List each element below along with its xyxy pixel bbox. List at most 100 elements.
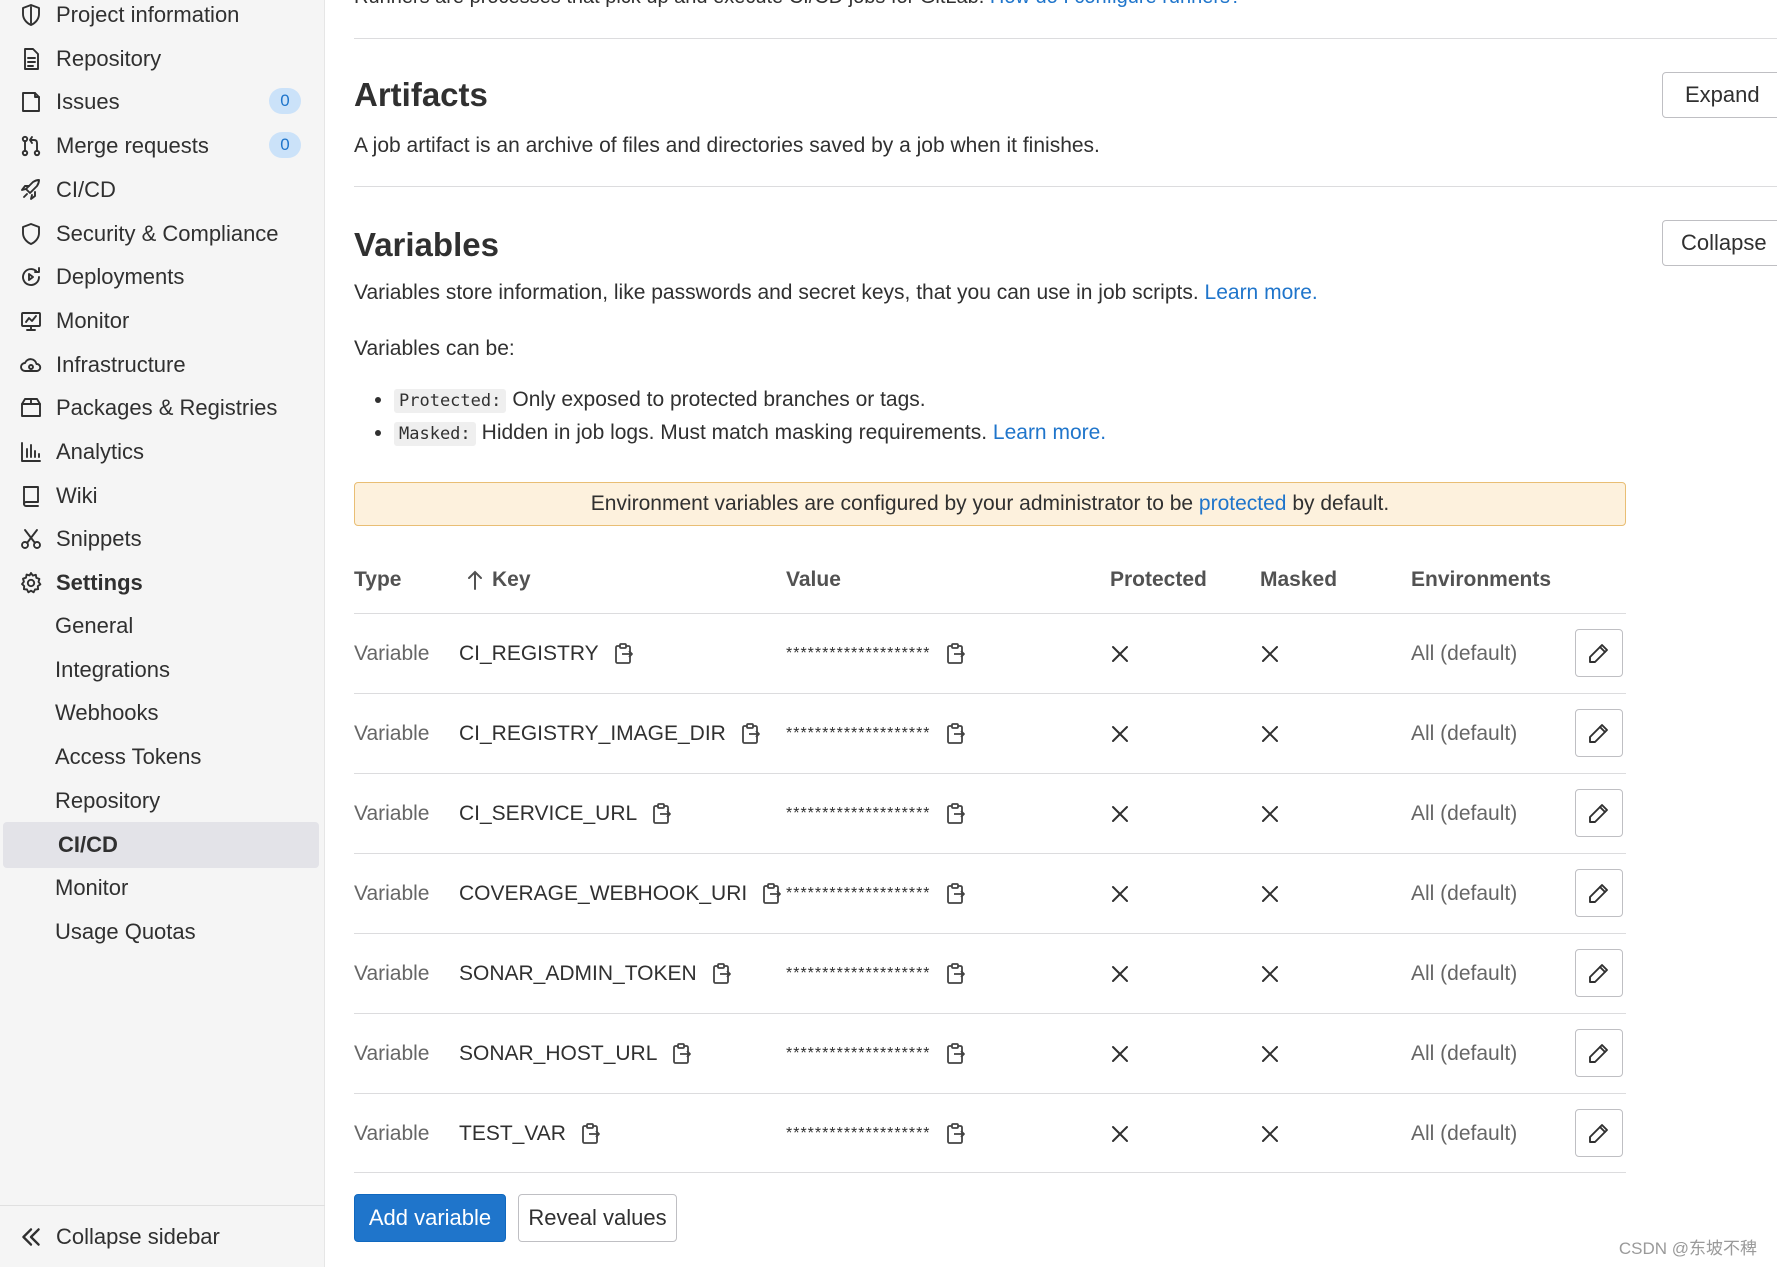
pencil-icon (1587, 961, 1611, 985)
settings-subitem-access-tokens[interactable]: Access Tokens (0, 734, 325, 780)
column-header-value: Value (786, 568, 841, 591)
copy-value-icon[interactable] (945, 962, 967, 986)
copy-key-icon[interactable] (671, 1042, 693, 1066)
artifacts-description: A job artifact is an archive of files an… (354, 134, 1100, 157)
masking-learn-more-link[interactable]: Learn more. (993, 421, 1106, 444)
copy-value-icon[interactable] (945, 1122, 967, 1146)
variable-key-cell: SONAR_ADMIN_TOKEN (459, 934, 733, 1014)
copy-key-icon[interactable] (580, 1122, 602, 1146)
sidebar-item-repository[interactable]: Repository (0, 36, 325, 82)
edit-variable-button[interactable] (1575, 789, 1623, 837)
settings-subitem-integrations[interactable]: Integrations (0, 647, 325, 693)
copy-value-icon[interactable] (945, 802, 967, 826)
variable-key-cell: COVERAGE_WEBHOOK_URI (459, 854, 783, 934)
close-icon (1110, 724, 1130, 744)
settings-subitem-usage-quotas[interactable]: Usage Quotas (0, 909, 325, 955)
column-header-key[interactable]: Key (466, 568, 531, 592)
sidebar-item-project-information[interactable]: Project information (0, 0, 325, 38)
reveal-values-button[interactable]: Reveal values (518, 1194, 677, 1242)
divider (354, 186, 1777, 187)
table-row: Variable CI_REGISTRY ******************** A… (354, 613, 1626, 694)
close-icon (1110, 1124, 1130, 1144)
close-icon (1110, 1044, 1130, 1064)
masked-explanation: Hidden in job logs. Must match masking r… (481, 421, 988, 444)
variable-value: ******************** (786, 1125, 931, 1142)
masked-false-icon (1260, 614, 1280, 694)
settings-subitem-label: General (55, 613, 134, 638)
package-icon (18, 395, 44, 421)
edit-variable-button[interactable] (1575, 629, 1623, 677)
sidebar-item-security-and-compliance[interactable]: Security & Compliance (0, 211, 325, 257)
variable-environment: All (default) (1411, 962, 1518, 985)
collapse-sidebar-button[interactable]: Collapse sidebar (0, 1205, 325, 1267)
sidebar-item-label: Repository (56, 45, 162, 71)
edit-variable-button[interactable] (1575, 709, 1623, 757)
protected-false-icon (1110, 1094, 1130, 1174)
configure-runners-link[interactable]: How do I configure runners? (990, 0, 1241, 8)
copy-value-icon[interactable] (945, 882, 967, 906)
settings-subitem-monitor[interactable]: Monitor (0, 865, 325, 911)
copy-key-icon[interactable] (740, 722, 762, 746)
variable-environment: All (default) (1411, 642, 1518, 665)
variable-key-cell: CI_REGISTRY_IMAGE_DIR (459, 694, 762, 774)
copy-key-icon[interactable] (613, 642, 635, 666)
settings-subitem-repository[interactable]: Repository (0, 778, 325, 824)
count-badge: 0 (269, 132, 301, 159)
sidebar-item-issues[interactable]: Issues 0 (0, 79, 325, 125)
table-row: Variable CI_REGISTRY_IMAGE_DIR ***********… (354, 693, 1626, 774)
copy-key-icon[interactable] (711, 962, 733, 986)
protected-link[interactable]: protected (1199, 492, 1287, 516)
variable-key: CI_REGISTRY_IMAGE_DIR (459, 722, 726, 745)
copy-key-icon[interactable] (761, 882, 783, 906)
artifacts-expand-button[interactable]: Expand (1662, 72, 1777, 118)
sidebar-item-deployments[interactable]: Deployments (0, 254, 325, 300)
close-icon (1110, 964, 1130, 984)
sidebar-item-settings[interactable]: Settings (0, 560, 325, 606)
masked-false-icon (1260, 1014, 1280, 1094)
info-shield-icon (18, 2, 44, 28)
document-icon (18, 46, 44, 72)
close-icon (1260, 644, 1280, 664)
edit-variable-button[interactable] (1575, 949, 1623, 997)
variable-type: Variable (354, 722, 430, 745)
column-header-protected: Protected (1110, 568, 1207, 591)
variables-description: Variables store information, like passwo… (354, 281, 1318, 305)
sidebar-item-infrastructure[interactable]: Infrastructure (0, 342, 325, 388)
table-bottom-border (354, 1172, 1626, 1173)
table-row: Variable SONAR_ADMIN_TOKEN ***************… (354, 933, 1626, 1014)
edit-variable-button[interactable] (1575, 869, 1623, 917)
settings-subitem-label: Webhooks (55, 700, 159, 726)
sidebar-item-ci-cd[interactable]: CI/CD (0, 167, 325, 213)
variable-environment: All (default) (1411, 802, 1518, 825)
sidebar-item-monitor[interactable]: Monitor (0, 298, 325, 344)
edit-variable-button[interactable] (1575, 1109, 1623, 1157)
sidebar-item-packages-and-registries[interactable]: Packages & Registries (0, 385, 325, 431)
variables-can-be: Variables can be: (354, 337, 515, 360)
variable-options-list: Protected:Only exposed to protected bran… (378, 383, 1106, 449)
copy-value-icon[interactable] (945, 1042, 967, 1066)
variable-value-cell: ******************** (786, 614, 967, 694)
settings-subitem-ci-cd[interactable]: CI/CD (3, 821, 319, 868)
edit-variable-button[interactable] (1575, 1029, 1623, 1077)
pencil-icon (1587, 801, 1611, 825)
sidebar-item-snippets[interactable]: Snippets (0, 516, 325, 562)
copy-key-icon[interactable] (651, 802, 673, 826)
variables-collapse-button[interactable]: Collapse (1662, 220, 1777, 266)
table-row: Variable CI_SERVICE_URL ******************… (354, 773, 1626, 854)
variable-key-cell: SONAR_HOST_URL (459, 1014, 693, 1094)
table-row: Variable SONAR_HOST_URL ******************… (354, 1013, 1626, 1094)
count-badge: 0 (269, 88, 301, 115)
add-variable-button[interactable]: Add variable (354, 1194, 506, 1242)
copy-value-icon[interactable] (945, 642, 967, 666)
sidebar-item-wiki[interactable]: Wiki (0, 473, 325, 519)
masked-false-icon (1260, 934, 1280, 1014)
settings-subitem-general[interactable]: General (0, 603, 325, 649)
sidebar-item-merge-requests[interactable]: Merge requests 0 (0, 123, 325, 169)
watermark: CSDN @东坡不稗 (1618, 1239, 1757, 1258)
settings-subitem-label: Repository (55, 787, 161, 813)
copy-value-icon[interactable] (945, 722, 967, 746)
settings-subitem-webhooks[interactable]: Webhooks (0, 690, 325, 736)
variable-value: ******************** (786, 645, 931, 662)
variables-learn-more-link[interactable]: Learn more. (1205, 281, 1318, 304)
sidebar-item-analytics[interactable]: Analytics (0, 429, 325, 475)
